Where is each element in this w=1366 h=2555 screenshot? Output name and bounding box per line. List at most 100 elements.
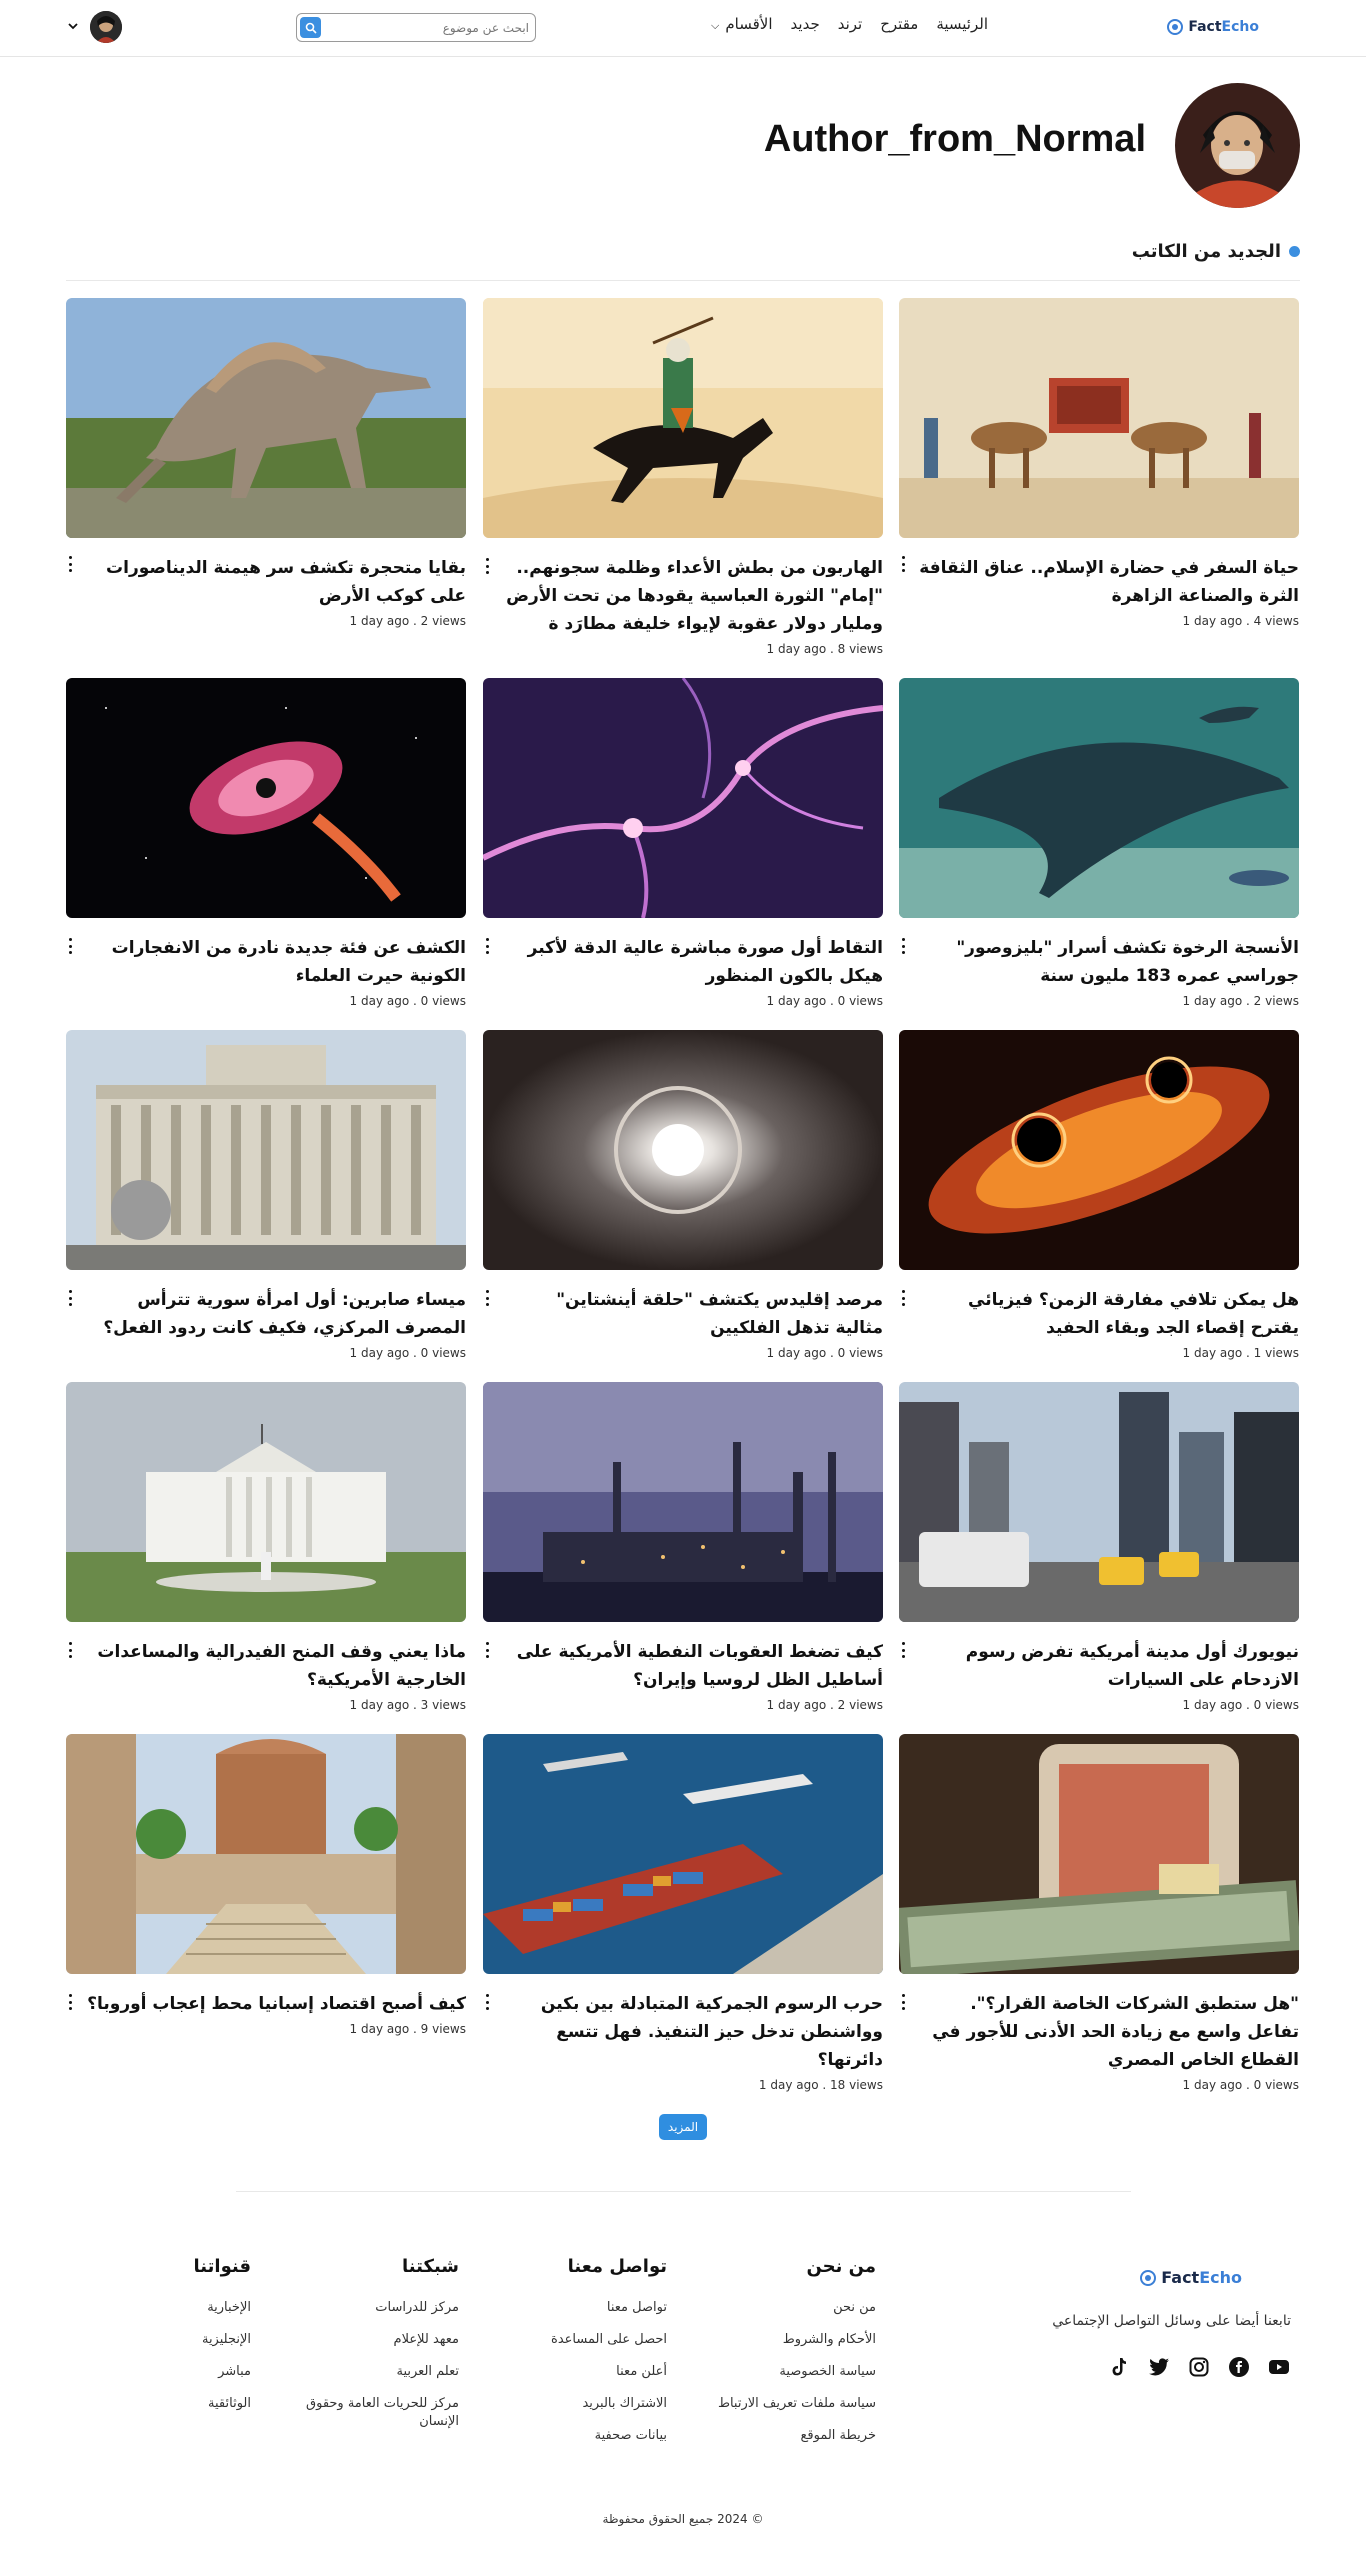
logo-text-echo: Echo bbox=[1199, 2268, 1242, 2287]
search-input[interactable] bbox=[339, 17, 529, 38]
footer-link[interactable]: معهد للإعلام bbox=[299, 2331, 459, 2349]
footer-link[interactable]: بيانات صحفية bbox=[551, 2427, 667, 2445]
more-options-icon[interactable] bbox=[66, 1993, 74, 2011]
footer-link[interactable]: تواصل معنا bbox=[551, 2299, 667, 2317]
footer-link[interactable]: الأحكام والشروط bbox=[718, 2331, 876, 2349]
tiktok-icon[interactable] bbox=[1108, 2356, 1130, 2378]
more-options-icon[interactable] bbox=[66, 1289, 74, 1307]
user-menu-chevron-icon[interactable] bbox=[66, 19, 80, 33]
user-avatar[interactable] bbox=[90, 11, 122, 43]
nav-new[interactable]: جديد bbox=[791, 15, 820, 33]
article-title[interactable]: حرب الرسوم الجمركية المتبادلة بين بكين و… bbox=[483, 1990, 883, 2074]
article-title[interactable]: "هل ستطبق الشركات الخاصة القرار؟". تفاعل… bbox=[899, 1990, 1299, 2074]
article-thumbnail[interactable] bbox=[483, 1382, 883, 1622]
instagram-icon[interactable] bbox=[1188, 2356, 1210, 2378]
article-title[interactable]: الكشف عن فئة جديدة نادرة من الانفجارات ا… bbox=[66, 934, 466, 990]
footer-link[interactable]: الوثائقية bbox=[194, 2395, 251, 2413]
more-options-icon[interactable] bbox=[899, 1641, 907, 1659]
article-title[interactable]: ميساء صابرين: أول امرأة سورية تترأس المص… bbox=[66, 1286, 466, 1342]
article-title[interactable]: الهاربون من بطش الأعداء وظلمة سجونهم.. "… bbox=[483, 554, 883, 638]
more-options-icon[interactable] bbox=[899, 1289, 907, 1307]
article-thumbnail[interactable] bbox=[899, 298, 1299, 538]
article-card[interactable]: حياة السفر في حضارة الإسلام.. عناق الثقا… bbox=[899, 298, 1299, 628]
article-thumbnail[interactable] bbox=[899, 1382, 1299, 1622]
nav-home[interactable]: الرئيسية bbox=[936, 15, 988, 33]
article-card[interactable]: "هل ستطبق الشركات الخاصة القرار؟". تفاعل… bbox=[899, 1734, 1299, 2092]
article-card[interactable]: الهاربون من بطش الأعداء وظلمة سجونهم.. "… bbox=[483, 298, 883, 656]
more-options-icon[interactable] bbox=[483, 1289, 491, 1307]
more-options-icon[interactable] bbox=[899, 937, 907, 955]
article-card[interactable]: الكشف عن فئة جديدة نادرة من الانفجارات ا… bbox=[66, 678, 466, 1008]
article-meta: 1 day ago . 18 views bbox=[758, 2078, 883, 2092]
article-card[interactable]: كيف أصبح اقتصاد إسبانيا محط إعجاب أوروبا… bbox=[66, 1734, 466, 2036]
more-options-icon[interactable] bbox=[899, 555, 907, 573]
article-card[interactable]: مرصد إقليدس يكتشف "حلقة أينشتاين" مثالية… bbox=[483, 1030, 883, 1360]
footer-link[interactable]: احصل على المساعدة bbox=[551, 2331, 667, 2349]
article-card[interactable]: الأنسجة الرخوة تكشف أسرار "بليزوصور" جور… bbox=[899, 678, 1299, 1008]
footer-link[interactable]: سياسة ملفات تعريف الارتباط bbox=[718, 2395, 876, 2413]
footer-link[interactable]: الإنجليزية bbox=[194, 2331, 251, 2349]
footer-link[interactable]: أعلن معنا bbox=[551, 2363, 667, 2381]
more-options-icon[interactable] bbox=[483, 1993, 491, 2011]
article-title[interactable]: نيويورك أول مدينة أمريكية تفرض رسوم الاز… bbox=[899, 1638, 1299, 1694]
article-card[interactable]: التقاط أول صورة مباشرة عالية الدقة لأكبر… bbox=[483, 678, 883, 1008]
article-thumbnail[interactable] bbox=[483, 678, 883, 918]
article-title[interactable]: التقاط أول صورة مباشرة عالية الدقة لأكبر… bbox=[483, 934, 883, 990]
article-title[interactable]: كيف أصبح اقتصاد إسبانيا محط إعجاب أوروبا… bbox=[66, 1990, 466, 2018]
article-title[interactable]: ماذا يعني وقف المنح الفيدرالية والمساعدا… bbox=[66, 1638, 466, 1694]
article-title[interactable]: مرصد إقليدس يكتشف "حلقة أينشتاين" مثالية… bbox=[483, 1286, 883, 1342]
article-card[interactable]: نيويورك أول مدينة أمريكية تفرض رسوم الاز… bbox=[899, 1382, 1299, 1712]
article-thumbnail[interactable] bbox=[899, 1030, 1299, 1270]
search-button[interactable] bbox=[300, 17, 321, 38]
article-thumbnail[interactable] bbox=[66, 1734, 466, 1974]
logo-text-fact: Fact bbox=[1188, 19, 1222, 35]
more-options-icon[interactable] bbox=[483, 937, 491, 955]
logo-text-fact: Fact bbox=[1161, 2268, 1200, 2287]
nav-suggested[interactable]: مقترح bbox=[880, 15, 918, 33]
footer-link[interactable]: مركز للدراسات bbox=[299, 2299, 459, 2317]
article-thumbnail[interactable] bbox=[66, 1030, 466, 1270]
footer-link[interactable]: خريطة الموقع bbox=[718, 2427, 876, 2445]
article-thumbnail[interactable] bbox=[483, 1734, 883, 1974]
footer-link[interactable]: مباشر bbox=[194, 2363, 251, 2381]
article-card[interactable]: بقايا متحجرة تكشف سر هيمنة الديناصورات ع… bbox=[66, 298, 466, 628]
article-time: 1 day ago bbox=[758, 2078, 819, 2092]
article-title[interactable]: هل يمكن تلافي مفارقة الزمن؟ فيزيائي يقتر… bbox=[899, 1286, 1299, 1342]
article-thumbnail[interactable] bbox=[66, 1382, 466, 1622]
article-thumbnail[interactable] bbox=[483, 1030, 883, 1270]
nav-trend[interactable]: ترند bbox=[838, 15, 863, 33]
more-options-icon[interactable] bbox=[899, 1993, 907, 2011]
footer-logo[interactable]: FactEcho bbox=[1140, 2268, 1242, 2287]
more-options-icon[interactable] bbox=[66, 1641, 74, 1659]
footer-link[interactable]: تعلم العربية bbox=[299, 2363, 459, 2381]
facebook-icon[interactable] bbox=[1228, 2356, 1250, 2378]
article-thumbnail[interactable] bbox=[66, 678, 466, 918]
article-title[interactable]: كيف تضغط العقوبات النفطية الأمريكية على … bbox=[483, 1638, 883, 1694]
footer-link[interactable]: سياسة الخصوصية bbox=[718, 2363, 876, 2381]
article-card[interactable]: ميساء صابرين: أول امرأة سورية تترأس المص… bbox=[66, 1030, 466, 1360]
footer-link[interactable]: الاشتراك بالبريد bbox=[551, 2395, 667, 2413]
article-title[interactable]: الأنسجة الرخوة تكشف أسرار "بليزوصور" جور… bbox=[899, 934, 1299, 990]
article-card[interactable]: ماذا يعني وقف المنح الفيدرالية والمساعدا… bbox=[66, 1382, 466, 1712]
youtube-icon[interactable] bbox=[1268, 2356, 1290, 2378]
article-title[interactable]: بقايا متحجرة تكشف سر هيمنة الديناصورات ع… bbox=[66, 554, 466, 610]
twitter-icon[interactable] bbox=[1148, 2356, 1170, 2378]
footer-link[interactable]: الإخبارية bbox=[194, 2299, 251, 2317]
more-options-icon[interactable] bbox=[483, 557, 491, 575]
article-thumbnail[interactable] bbox=[483, 298, 883, 538]
more-options-icon[interactable] bbox=[66, 555, 74, 573]
article-card[interactable]: كيف تضغط العقوبات النفطية الأمريكية على … bbox=[483, 1382, 883, 1712]
footer-link[interactable]: مركز للحريات العامة وحقوق الإنسان bbox=[299, 2395, 459, 2431]
article-title[interactable]: حياة السفر في حضارة الإسلام.. عناق الثقا… bbox=[899, 554, 1299, 610]
load-more-button[interactable]: المزيد bbox=[659, 2114, 707, 2140]
nav-sections[interactable]: الأقسام ⌵ bbox=[711, 15, 772, 33]
article-card[interactable]: هل يمكن تلافي مفارقة الزمن؟ فيزيائي يقتر… bbox=[899, 1030, 1299, 1360]
article-thumbnail[interactable] bbox=[66, 298, 466, 538]
footer-link[interactable]: من نحن bbox=[718, 2299, 876, 2317]
article-card[interactable]: حرب الرسوم الجمركية المتبادلة بين بكين و… bbox=[483, 1734, 883, 2092]
more-options-icon[interactable] bbox=[483, 1641, 491, 1659]
article-thumbnail[interactable] bbox=[899, 678, 1299, 918]
site-logo[interactable]: FactEcho bbox=[1167, 15, 1259, 39]
more-options-icon[interactable] bbox=[66, 937, 74, 955]
article-thumbnail[interactable] bbox=[899, 1734, 1299, 1974]
